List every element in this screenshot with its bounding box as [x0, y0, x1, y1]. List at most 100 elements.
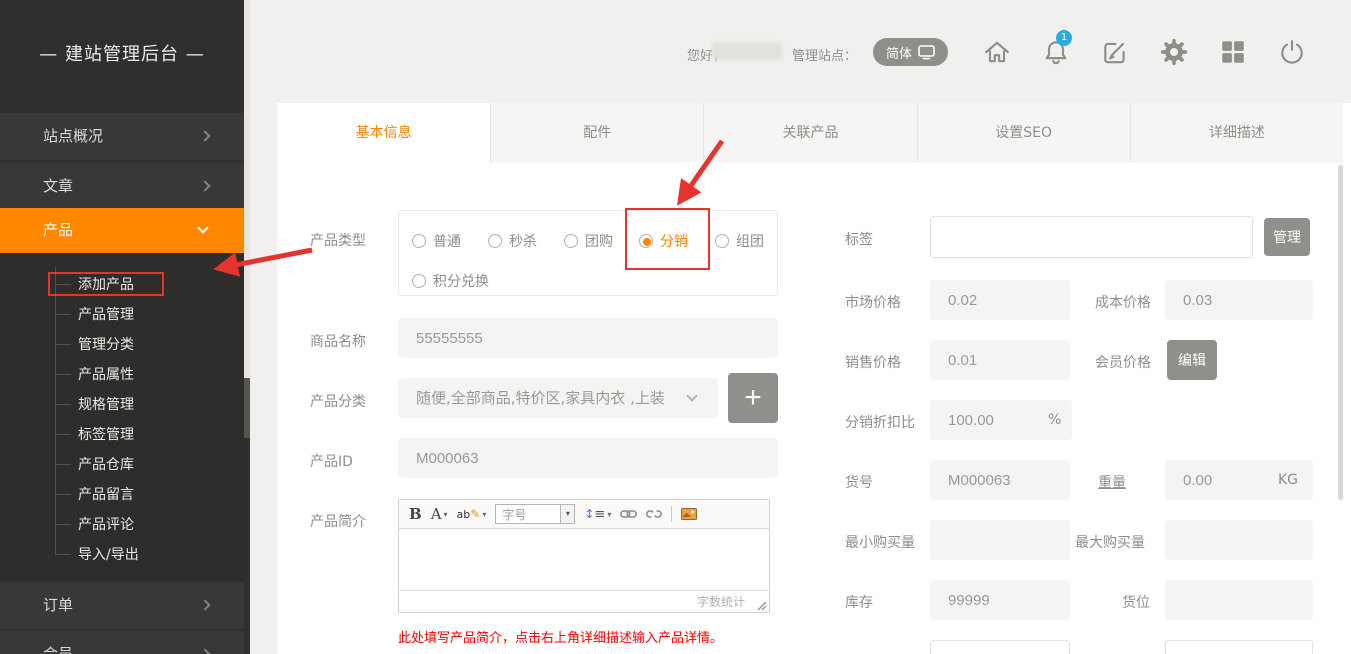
caret-down-icon: ▾: [482, 510, 486, 519]
content-scrollbar-thumb[interactable]: [1338, 165, 1343, 500]
tab-basic-info[interactable]: 基本信息: [277, 103, 490, 163]
category-value: 随便,全部商品,特价区,家具内衣 ,上装: [416, 389, 665, 407]
bold-icon[interactable]: B: [409, 505, 422, 523]
member-price-label: 会员价格: [1095, 352, 1151, 372]
item-no-input[interactable]: [930, 460, 1070, 500]
product-intro-label: 产品简介: [310, 511, 366, 531]
submenu-warehouse[interactable]: 产品仓库: [78, 450, 134, 480]
monitor-icon: [918, 45, 935, 60]
sidebar-item-label: 会员: [43, 645, 73, 654]
sidebar-scrollbar-thumb[interactable]: [244, 378, 250, 438]
product-category-select[interactable]: 随便,全部商品,特价区,家具内衣 ,上装: [398, 378, 718, 418]
stock-input[interactable]: [930, 580, 1070, 620]
toolbar-separator: [671, 506, 672, 522]
sidebar-item-products[interactable]: 产品: [0, 208, 244, 253]
chevron-down-icon: [197, 222, 208, 233]
sidebar-item-label: 订单: [43, 596, 73, 614]
tag-input[interactable]: [930, 216, 1253, 258]
discount-label: 分销折扣比: [845, 412, 915, 432]
radio-normal[interactable]: 普通: [412, 231, 461, 251]
tab-seo[interactable]: 设置SEO: [917, 103, 1130, 163]
language-button[interactable]: 简体: [873, 38, 948, 66]
min-qty-input[interactable]: [930, 520, 1070, 560]
radio-circle: [412, 274, 426, 288]
submenu-import-export[interactable]: 导入/导出: [78, 540, 139, 570]
radio-distribution[interactable]: 分销: [639, 231, 688, 251]
min-qty-label: 最小购买量: [845, 532, 915, 552]
link-icon[interactable]: [620, 509, 637, 519]
power-icon[interactable]: [1278, 38, 1306, 66]
product-type-group: 普通 秒杀 团购 分销 组团 积分兑换: [398, 210, 778, 296]
line-height-icon[interactable]: ↕≡▾: [584, 507, 611, 522]
unlink-icon[interactable]: [646, 508, 662, 520]
tab-related-products[interactable]: 关联产品: [703, 103, 916, 163]
sidebar: — 建站管理后台 — 站点概况 文章 产品 添加产品 产品管理: [0, 0, 250, 654]
highlight-icon[interactable]: ab✎▾: [457, 507, 487, 521]
sidebar-item-members[interactable]: 会员: [0, 631, 244, 654]
max-qty-input[interactable]: [1165, 520, 1313, 560]
sidebar-item-orders[interactable]: 订单: [0, 582, 244, 629]
radio-group-buy[interactable]: 团购: [564, 231, 613, 251]
lines-glyph: ≡: [594, 507, 605, 522]
product-name-label: 商品名称: [310, 331, 366, 351]
discount-unit: %: [1048, 412, 1061, 428]
font-color-icon[interactable]: A▾: [431, 505, 448, 523]
language-label: 简体: [886, 43, 912, 62]
submenu-attributes[interactable]: 产品属性: [78, 360, 134, 390]
tree-tick: [55, 434, 71, 435]
extra-input-left[interactable]: [930, 640, 1070, 654]
radio-team[interactable]: 组团: [715, 231, 764, 251]
stock-label: 库存: [845, 592, 873, 612]
apps-grid-icon[interactable]: [1219, 38, 1247, 66]
font-letter: A: [431, 505, 442, 523]
resize-grip-icon[interactable]: [756, 600, 767, 611]
caret-down-icon[interactable]: ▾: [561, 504, 575, 524]
submenu-specs[interactable]: 规格管理: [78, 390, 134, 420]
sidebar-scrollbar-track[interactable]: [244, 0, 250, 438]
editor-statusbar: 字数统计: [399, 590, 769, 613]
pencil-glyph: ✎: [470, 507, 480, 521]
submenu-tags[interactable]: 标签管理: [78, 420, 134, 450]
gear-icon[interactable]: [1160, 38, 1188, 66]
submenu-category[interactable]: 管理分类: [78, 330, 134, 360]
submenu-product-manage[interactable]: 产品管理: [78, 300, 134, 330]
admin-page: — 建站管理后台 — 站点概况 文章 产品 添加产品 产品管理: [0, 0, 1351, 654]
image-icon[interactable]: [681, 508, 697, 520]
highlight-letters: ab: [457, 508, 471, 521]
home-icon[interactable]: [983, 38, 1011, 66]
editor-body[interactable]: [399, 529, 769, 590]
radio-label: 组团: [736, 231, 764, 251]
tab-bar: 基本信息 配件 关联产品 设置SEO 详细描述: [277, 103, 1343, 163]
product-id-input[interactable]: [398, 438, 778, 478]
member-price-edit-button[interactable]: 编辑: [1167, 340, 1217, 380]
sale-price-label: 销售价格: [845, 352, 901, 372]
submenu-messages[interactable]: 产品留言: [78, 480, 134, 510]
tree-tick: [55, 464, 71, 465]
tab-accessories[interactable]: 配件: [490, 103, 703, 163]
sale-price-input[interactable]: [930, 340, 1070, 380]
cost-price-input[interactable]: [1165, 280, 1313, 320]
tree-tick: [55, 284, 71, 285]
product-type-label: 产品类型: [310, 230, 366, 250]
radio-circle: [639, 234, 653, 248]
location-input[interactable]: [1165, 580, 1313, 620]
rich-text-editor: B A▾ ab✎▾ 字号 ▾ ↕≡▾: [398, 499, 770, 613]
tag-manage-button[interactable]: 管理: [1264, 218, 1310, 256]
radio-circle: [564, 234, 578, 248]
edit-icon[interactable]: [1101, 38, 1129, 66]
tab-detail-desc[interactable]: 详细描述: [1130, 103, 1343, 163]
radio-points-exchange[interactable]: 积分兑换: [412, 271, 489, 291]
sidebar-item-articles[interactable]: 文章: [0, 163, 244, 210]
product-name-input[interactable]: [398, 318, 778, 358]
add-category-button[interactable]: +: [728, 373, 778, 423]
max-qty-label: 最大购买量: [1075, 532, 1145, 552]
submenu-add-product[interactable]: 添加产品: [78, 270, 134, 300]
radio-flash-sale[interactable]: 秒杀: [488, 231, 537, 251]
caret-down-icon: ▾: [607, 510, 611, 519]
sidebar-item-site-overview[interactable]: 站点概况: [0, 113, 244, 160]
extra-input-right[interactable]: [1165, 640, 1313, 654]
submenu-reviews[interactable]: 产品评论: [78, 510, 134, 540]
market-price-input[interactable]: [930, 280, 1070, 320]
font-size-select[interactable]: 字号 ▾: [495, 504, 575, 524]
sidebar-item-label: 产品: [43, 221, 73, 239]
